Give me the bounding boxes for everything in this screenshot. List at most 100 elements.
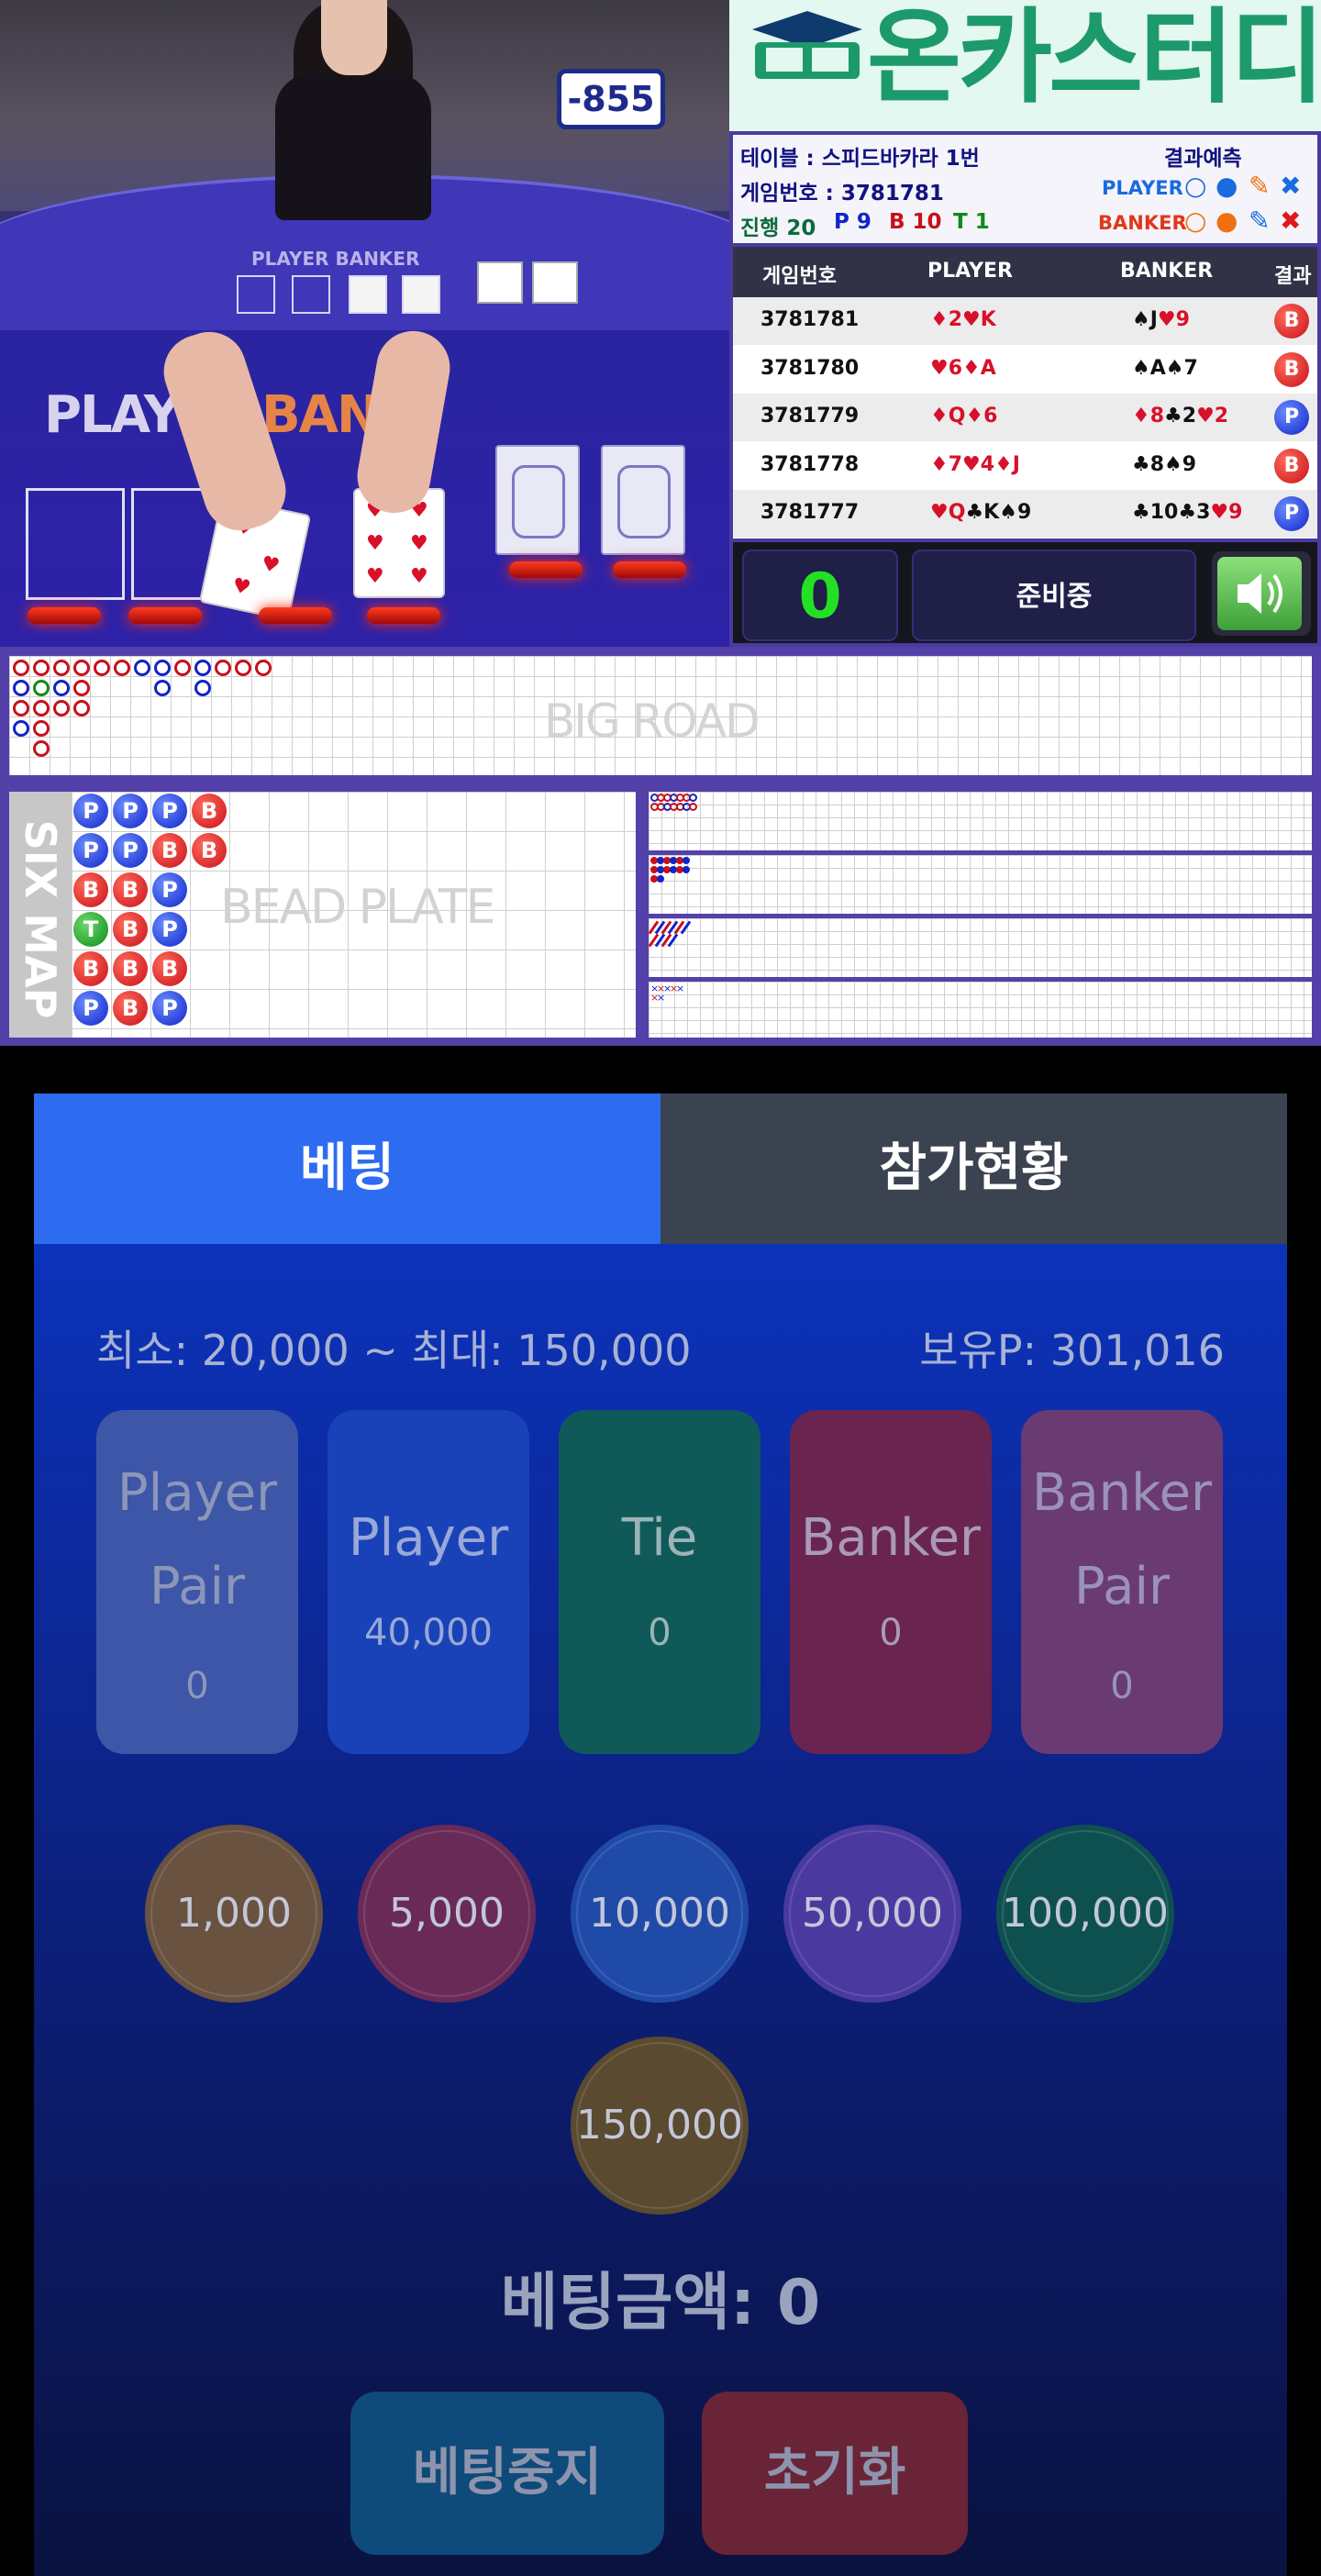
tie-bet-button[interactable]: Tie 0 (559, 1410, 760, 1754)
bead-plate: BEAD PLATE PPBTBPPPBBBBPBPPBPBB (72, 792, 636, 1038)
results-row: 3781777 ♥Q♣K♠9 ♣10♣3♥9 P (733, 490, 1317, 539)
row-banker-cards: ♦8♣2♥2 (1132, 405, 1229, 428)
bead-P: P (152, 794, 187, 828)
small-road-mark (683, 857, 690, 864)
big-road-ring (13, 680, 29, 696)
mini-card (402, 275, 440, 314)
bead-P: P (152, 991, 187, 1026)
six-map-label: SIX MAP (16, 819, 65, 1019)
chip-50000[interactable]: 50,000 (783, 1825, 961, 2003)
bet-option-amount: 0 (1110, 1665, 1134, 1707)
bet-option-name: Player Pair (117, 1463, 278, 1616)
small-road (649, 855, 1312, 914)
bet-option-name: Banker (800, 1508, 982, 1568)
bead-B: B (113, 872, 148, 907)
chip-10000[interactable]: 10,000 (571, 1825, 749, 2003)
logo-text: 온카스터디 (867, 0, 1321, 117)
col-banker: BANKER (1120, 260, 1214, 283)
bet-option-amount: 40,000 (364, 1612, 493, 1654)
banker-bet-button[interactable]: Banker 0 (790, 1410, 992, 1754)
col-game-number: 게임번호 (762, 265, 837, 288)
card-back (495, 445, 580, 555)
chip-1000[interactable]: 1,000 (145, 1825, 323, 2003)
banker-dot-icon: ● (1216, 205, 1238, 236)
bead-P: P (152, 912, 187, 947)
betting-panel: 베팅 참가현황 최소: 20,000 ~ 최대: 150,000 보유P: 30… (34, 1094, 1287, 2576)
small-road-mark (683, 866, 690, 873)
game-number: 게임번호 : 3781781 (740, 182, 944, 205)
book-icon (752, 11, 862, 79)
bead-B: B (192, 794, 227, 828)
prediction-mark: × (676, 983, 685, 994)
bead-P: P (73, 794, 108, 828)
balance: 보유P: 301,016 (919, 1326, 1225, 1375)
big-road-ring (53, 660, 70, 676)
big-road-ring (53, 700, 70, 716)
bead-B: B (113, 951, 148, 986)
table-name: 테이블 : 스피드바카라 1번 (740, 147, 980, 171)
chip-100000[interactable]: 100,000 (996, 1825, 1174, 2003)
row-game-number: 3781781 (760, 308, 860, 331)
row-banker-cards: ♣10♣3♥9 (1132, 501, 1243, 525)
tab-betting[interactable]: 베팅 (34, 1094, 660, 1244)
bet-option-name: Tie (621, 1508, 698, 1568)
dealer-face (321, 0, 387, 75)
chip-150000[interactable]: 150,000 (571, 2037, 749, 2215)
sound-toggle-button[interactable] (1212, 551, 1311, 636)
bead-B: B (73, 951, 108, 986)
bead-B: B (113, 991, 148, 1026)
big-road-ring (174, 660, 191, 676)
bead-B: B (152, 951, 187, 986)
results-row: 3781778 ♦7♥4♦J ♣8♠9 B (733, 442, 1317, 490)
bead-B: B (152, 833, 187, 868)
dealer-body (275, 73, 431, 220)
progress-count: 진행 20 (740, 217, 816, 240)
stop-betting-button[interactable]: 베팅중지 (350, 2392, 664, 2555)
row-game-number: 3781780 (760, 356, 860, 380)
big-road-ring (154, 680, 171, 696)
big-road-ring (33, 720, 50, 737)
tab-participation[interactable]: 참가현황 (660, 1094, 1287, 1244)
banker-cross-icon: ✖ (1280, 205, 1302, 236)
col-player: PLAYER (927, 260, 1013, 283)
mini-card-slot (237, 275, 275, 314)
scoreboard-roads: BIG ROAD SIX MAP BEAD PLATE PPBTBPPPBBBB… (0, 647, 1321, 1046)
big-road-ring (94, 660, 110, 676)
bet-option-amount: 0 (648, 1612, 672, 1654)
bead-B: B (113, 912, 148, 947)
player-pen-icon: ✎ (1249, 171, 1271, 201)
results-table: 게임번호 PLAYER BANKER 결과 3781781 ♦2♥K ♠J♥9 B 37… (729, 247, 1321, 539)
banker-pen-icon: ✎ (1249, 205, 1271, 236)
big-eye-mark (689, 794, 697, 802)
banker-pair-bet-button[interactable]: Banker Pair 0 (1021, 1410, 1223, 1754)
prediction-mark: × (657, 992, 666, 1004)
table-light (128, 607, 202, 624)
row-result-badge: B (1274, 351, 1309, 387)
six-map: SIX MAP (9, 792, 72, 1038)
row-player-cards: ♦7♥4♦J (930, 452, 1020, 476)
reset-button[interactable]: 초기화 (702, 2392, 968, 2555)
table-light (509, 561, 583, 578)
player-bet-button[interactable]: Player 40,000 (327, 1410, 529, 1754)
table-info-panel: 테이블 : 스피드바카라 1번 게임번호 : 3781781 진행 20 P 9… (729, 131, 1321, 247)
table-light (28, 607, 101, 624)
bet-option-amount: 0 (185, 1665, 209, 1707)
cockroach-road (648, 918, 1312, 977)
row-result-badge: B (1274, 448, 1309, 483)
big-road-ring (33, 740, 50, 757)
prediction-player-label: PLAYER (1102, 177, 1183, 199)
bead-plate-label: BEAD PLATE (220, 880, 495, 935)
table-light (367, 607, 440, 624)
row-banker-cards: ♠A♠7 (1132, 356, 1198, 380)
chip-5000[interactable]: 5,000 (358, 1825, 536, 2003)
row-player-cards: ♦Q♦6 (930, 405, 998, 428)
card-box (477, 261, 523, 304)
bead-P: P (113, 833, 148, 868)
row-result-badge: P (1274, 400, 1309, 436)
big-road-ring (134, 660, 150, 676)
bead-P: P (73, 833, 108, 868)
bead-P: P (152, 872, 187, 907)
bead-P: P (113, 794, 148, 828)
player-pair-bet-button[interactable]: Player Pair 0 (96, 1410, 298, 1754)
row-result-badge: P (1274, 496, 1309, 532)
